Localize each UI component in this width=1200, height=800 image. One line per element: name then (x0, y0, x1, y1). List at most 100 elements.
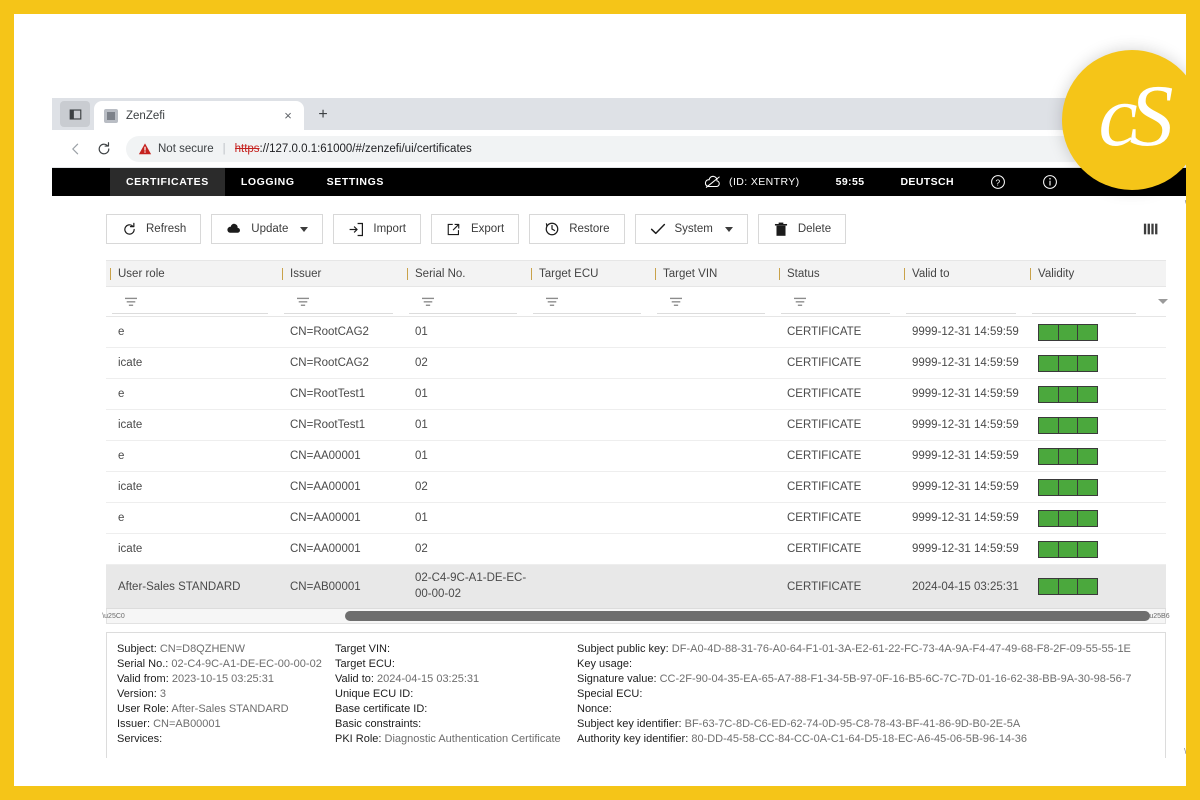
tab-settings[interactable]: SETTINGS (311, 168, 400, 196)
scroll-left-arrow-icon[interactable]: \u25C0 (102, 609, 125, 623)
detail-label: Issuer: (117, 718, 151, 730)
detail-label: Key usage: (577, 658, 633, 670)
filter-icon[interactable] (124, 296, 138, 308)
columns-icon (1143, 223, 1158, 235)
filter-serial-no[interactable] (403, 287, 527, 316)
page-scroll-thumb[interactable] (1193, 230, 1200, 480)
detail-value: Diagnostic Authentication Certificate (384, 733, 561, 745)
table-row[interactable]: e CN=AA00001 01 CERTIFICATE 9999-12-31 1… (106, 503, 1166, 534)
import-button[interactable]: Import (333, 214, 421, 244)
table-row-selected[interactable]: After-Sales STANDARD CN=AB00001 02-C4-9C… (106, 565, 1166, 609)
table-row[interactable]: icate CN=AA00001 02 CERTIFICATE 9999-12-… (106, 472, 1166, 503)
column-header-serial-no[interactable]: Serial No. (403, 268, 527, 280)
chevron-down-icon[interactable] (1158, 299, 1168, 304)
cell-serial-no: 02 (415, 543, 428, 555)
cell-serial-no: 01 (415, 419, 428, 431)
filter-user-role[interactable] (106, 287, 278, 316)
cell-issuer: CN=AB00001 (290, 580, 361, 593)
tab-certificates[interactable]: CERTIFICATES (110, 168, 225, 196)
table-row[interactable]: icate CN=RootTest1 01 CERTIFICATE 9999-1… (106, 410, 1166, 441)
filter-valid-to[interactable] (900, 287, 1026, 316)
hscroll-track[interactable] (120, 609, 1152, 623)
cell-status: CERTIFICATE (787, 512, 862, 524)
cell-serial-no: 02 (415, 357, 428, 369)
table-row[interactable]: icate CN=AA00001 02 CERTIFICATE 9999-12-… (106, 534, 1166, 565)
address-bar[interactable]: Not secure | https://127.0.0.1:61000/#/z… (126, 135, 1086, 162)
svg-text:?: ? (996, 178, 1001, 188)
reload-icon[interactable] (90, 135, 118, 163)
tab-title: ZenZefi (126, 109, 165, 122)
filter-icon[interactable] (421, 296, 435, 308)
table-row[interactable]: e CN=AA00001 01 CERTIFICATE 9999-12-31 1… (106, 441, 1166, 472)
filter-icon[interactable] (793, 296, 807, 308)
column-header-target-vin[interactable]: Target VIN (651, 268, 775, 280)
filter-status[interactable] (775, 287, 900, 316)
language-selector[interactable]: DEUTSCH (882, 176, 972, 188)
table-row[interactable]: e CN=RootTest1 01 CERTIFICATE 9999-12-31… (106, 379, 1166, 410)
validity-bar (1038, 540, 1098, 558)
column-header-user-role[interactable]: User role (106, 268, 278, 280)
url-text: https://127.0.0.1:61000/#/zenzefi/ui/cer… (235, 143, 472, 155)
column-header-valid-to[interactable]: Valid to (900, 268, 1026, 280)
detail-label: Subject key identifier: (577, 718, 682, 730)
page-vertical-scrollbar[interactable]: \u25B2 \u25BC (1184, 199, 1200, 756)
restore-button[interactable]: Restore (529, 214, 625, 244)
back-icon[interactable] (62, 135, 90, 163)
refresh-button[interactable]: Refresh (106, 214, 202, 244)
filter-target-ecu[interactable] (527, 287, 651, 316)
cloud-off-icon (704, 175, 720, 188)
scroll-up-arrow-icon[interactable]: \u25B2 (1185, 199, 1186, 208)
tab-search-button[interactable] (60, 101, 90, 127)
detail-line: Basic constraints: (335, 717, 567, 732)
cell-user-role: e (118, 450, 125, 462)
detail-line: Serial No.: 02-C4-9C-A1-DE-EC-00-00-02 (117, 657, 325, 672)
chevron-down-icon[interactable] (724, 226, 733, 232)
not-secure-indicator[interactable]: Not secure (138, 142, 214, 156)
scroll-down-arrow-icon[interactable]: \u25BC (1184, 747, 1186, 756)
detail-label: Version: (117, 688, 157, 700)
export-button[interactable]: Export (430, 214, 520, 244)
delete-button[interactable]: Delete (757, 214, 847, 244)
connection-status[interactable]: (ID: XENTRY) (686, 175, 818, 189)
url-scheme: https (234, 142, 260, 155)
new-tab-button[interactable]: + (310, 102, 336, 128)
browser-tab[interactable]: ZenZefi × (94, 101, 304, 130)
cell-validity (1026, 385, 1146, 403)
detail-value: DF-A0-4D-88-31-76-A0-64-F1-01-3A-E2-61-2… (671, 643, 1131, 655)
filter-issuer[interactable] (278, 287, 403, 316)
close-icon[interactable]: × (280, 108, 296, 124)
detail-label: Subject public key: (577, 643, 669, 655)
hscroll-thumb[interactable] (345, 611, 1150, 621)
app-navbar: CERTIFICATES LOGGING SETTINGS (ID: XENTR… (52, 168, 1186, 196)
filter-validity[interactable] (1026, 287, 1146, 316)
detail-label: Unique ECU ID: (335, 688, 414, 700)
table-row[interactable]: icate CN=RootCAG2 02 CERTIFICATE 9999-12… (106, 348, 1166, 379)
cell-valid-to: 9999-12-31 14:59:59 (912, 450, 1019, 462)
cell-user-role: After-Sales STANDARD (118, 580, 241, 593)
column-settings-button[interactable] (1140, 218, 1162, 240)
system-button[interactable]: System (634, 214, 748, 244)
filter-icon[interactable] (296, 296, 310, 308)
filter-target-vin[interactable] (651, 287, 775, 316)
info-button[interactable] (1024, 174, 1076, 190)
detail-line: Base certificate ID: (335, 702, 567, 717)
help-button[interactable]: ? (972, 174, 1024, 190)
cell-serial-no: 02 (415, 481, 428, 493)
cell-user-role: icate (118, 357, 143, 369)
filter-icon[interactable] (545, 296, 559, 308)
table-row[interactable]: e CN=RootCAG2 01 CERTIFICATE 9999-12-31 … (106, 317, 1166, 348)
tab-settings-label: SETTINGS (326, 176, 384, 188)
filter-icon[interactable] (669, 296, 683, 308)
column-header-status[interactable]: Status (775, 268, 900, 280)
scroll-right-arrow-icon[interactable]: \u25B6 (1147, 609, 1169, 623)
chevron-down-icon[interactable] (300, 226, 309, 232)
filter-sort-toggle[interactable] (1146, 287, 1168, 316)
column-header-validity[interactable]: Validity (1026, 268, 1146, 280)
certificate-detail-panel: Subject: CN=D8QZHENW Serial No.: 02-C4-9… (106, 632, 1166, 758)
tab-logging[interactable]: LOGGING (225, 168, 311, 196)
detail-label: Services: (117, 733, 163, 745)
update-button[interactable]: Update (211, 214, 324, 244)
column-header-target-ecu[interactable]: Target ECU (527, 268, 651, 280)
column-header-issuer[interactable]: Issuer (278, 268, 403, 280)
table-horizontal-scrollbar[interactable]: \u25C0 \u25B6 (102, 609, 1170, 624)
